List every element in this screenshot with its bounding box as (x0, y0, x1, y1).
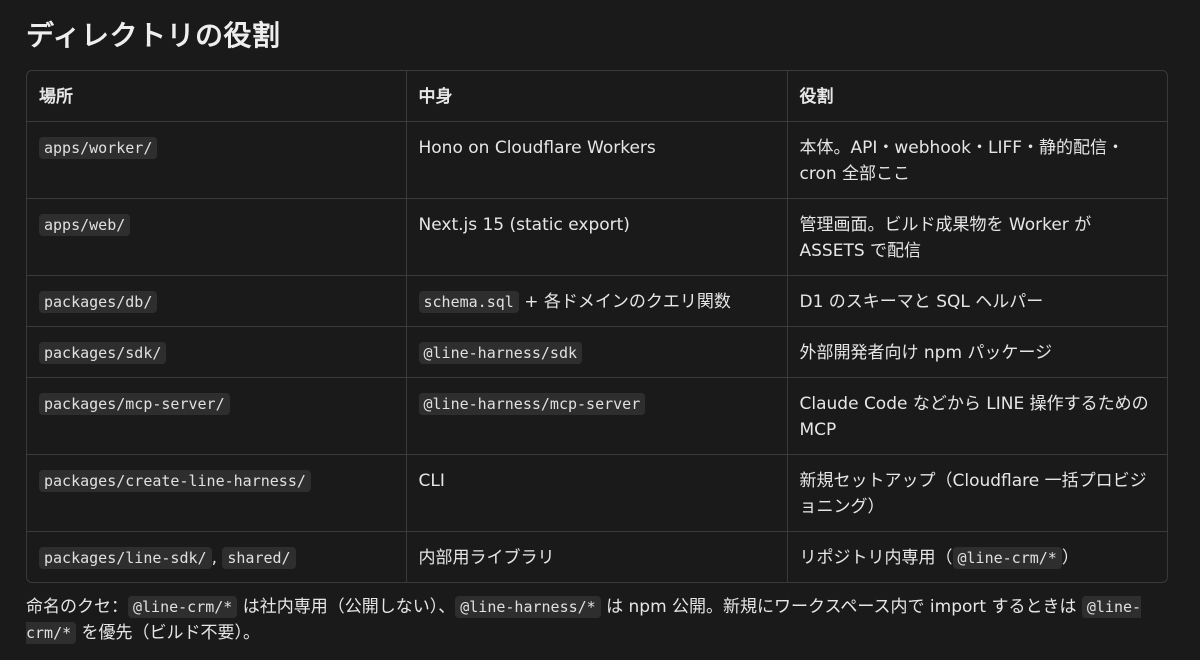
header-contents: 中身 (406, 71, 788, 122)
cell-role: D1 のスキーマと SQL ヘルパー (787, 275, 1167, 327)
table-row: packages/mcp-server/ @line-harness/mcp-s… (27, 377, 1167, 455)
location-code: packages/create-line-harness/ (39, 470, 311, 492)
contents-code: @line-harness/mcp-server (418, 393, 646, 415)
note-code-1: @line-crm/* (128, 596, 238, 618)
cell-role: 新規セットアップ（Cloudflare 一括プロビジョニング） (787, 454, 1167, 532)
cell-location: packages/mcp-server/ (27, 377, 407, 455)
naming-note: 命名のクセ： @line-crm/* は社内専用（公開しない）、 @line-har… (26, 594, 1176, 646)
location-code: packages/db/ (39, 291, 158, 313)
cell-contents: @line-harness/sdk (406, 326, 788, 378)
role-code: @line-crm/* (952, 547, 1062, 569)
table-header-row: 場所 中身 役割 (27, 71, 1167, 122)
location-code: packages/sdk/ (39, 342, 167, 364)
location-code: packages/line-sdk/ (39, 547, 212, 569)
header-role: 役割 (787, 71, 1167, 122)
location-code-2: shared/ (222, 547, 296, 569)
note-text-1: 命名のクセ： (26, 597, 128, 617)
table-row: packages/db/ schema.sql + 各ドメインのクエリ関数 D1… (27, 275, 1167, 327)
cell-role: 本体。API・webhook・LIFF・静的配信・cron 全部ここ (787, 121, 1167, 199)
table-row: apps/web/ Next.js 15 (static export) 管理画… (27, 198, 1167, 276)
cell-location: packages/db/ (27, 275, 407, 327)
cell-role: Claude Code などから LINE 操作するための MCP (787, 377, 1167, 455)
page-title: ディレクトリの役割 (26, 19, 281, 52)
cell-role: 管理画面。ビルド成果物を Worker が ASSETS で配信 (787, 198, 1167, 276)
note-text-4: を優先（ビルド不要）。 (76, 623, 261, 643)
cell-location: apps/worker/ (27, 121, 407, 199)
cell-location: apps/web/ (27, 198, 407, 276)
note-text-3: は npm 公開。新規にワークスペース内で import するときは (600, 597, 1082, 617)
location-code: packages/mcp-server/ (39, 393, 230, 415)
cell-contents: Hono on Cloudflare Workers (406, 121, 788, 199)
directory-table: 場所 中身 役割 apps/worker/ Hono on Cloudflare… (26, 70, 1168, 583)
contents-code: schema.sql (418, 291, 519, 313)
table-row: packages/line-sdk/, shared/ 内部用ライブラリ リポジ… (27, 531, 1167, 583)
cell-role: リポジトリ内専用（ @line-crm/*） (787, 532, 1167, 583)
table-row: apps/worker/ Hono on Cloudflare Workers … (27, 121, 1167, 199)
cell-location: packages/create-line-harness/ (27, 454, 407, 532)
cell-contents: @line-harness/mcp-server (406, 377, 788, 455)
cell-contents: schema.sql + 各ドメインのクエリ関数 (406, 275, 788, 327)
cell-location: packages/sdk/ (27, 326, 407, 378)
location-code: apps/web/ (39, 214, 131, 236)
header-location: 場所 (27, 71, 407, 122)
location-code: apps/worker/ (39, 137, 158, 159)
cell-location: packages/line-sdk/, shared/ (27, 531, 407, 582)
note-text-2: は社内専用（公開しない）、 (237, 597, 456, 617)
cell-role: 外部開発者向け npm パッケージ (787, 326, 1167, 378)
role-end: ） (1061, 548, 1079, 568)
contents-code: @line-harness/sdk (418, 342, 583, 364)
location-separator: , (211, 548, 223, 568)
table-row: packages/create-line-harness/ CLI 新規セットア… (27, 454, 1167, 532)
table-row: packages/sdk/ @line-harness/sdk 外部開発者向け … (27, 326, 1167, 378)
cell-contents: 内部用ライブラリ (406, 531, 788, 582)
role-text: リポジトリ内専用（ (799, 548, 953, 568)
cell-contents: CLI (406, 454, 788, 532)
cell-contents: Next.js 15 (static export) (406, 198, 788, 276)
contents-text: + 各ドメインのクエリ関数 (518, 292, 731, 312)
note-code-2: @line-harness/* (455, 596, 601, 618)
